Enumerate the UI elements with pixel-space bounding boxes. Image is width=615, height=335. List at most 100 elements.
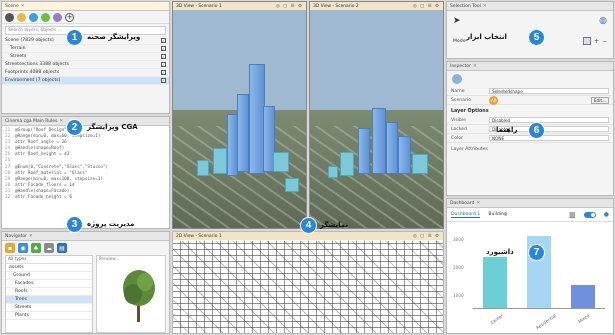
edit-button[interactable]: Edit... bbox=[590, 96, 609, 104]
light-icon[interactable] bbox=[53, 12, 62, 22]
tree-icon[interactable]: ♣ bbox=[31, 243, 41, 253]
visibility-checkbox[interactable]: ✓ bbox=[161, 54, 166, 59]
close-icon[interactable]: ✕ bbox=[483, 4, 487, 9]
lowrise-building[interactable] bbox=[197, 160, 209, 176]
viewport-right-header: 3D View - Scenario 2 ◎ ▢ ☰ ⚙ bbox=[310, 2, 443, 10]
chart-bar-mixed[interactable] bbox=[571, 284, 595, 308]
lowrise-building[interactable] bbox=[285, 178, 299, 192]
dashboard-tab[interactable]: Dashboard ✕ bbox=[447, 199, 613, 208]
tower-building[interactable] bbox=[372, 108, 386, 174]
marker-7: 7 bbox=[528, 244, 545, 261]
map-icon[interactable] bbox=[29, 12, 38, 22]
cga-tab[interactable]: Cinema.cga Main Rules ✕ bbox=[2, 117, 169, 126]
close-icon[interactable]: ✕ bbox=[59, 119, 63, 124]
selection-tool-tab[interactable]: Selection Tool ✕ bbox=[447, 2, 613, 11]
tower-building[interactable] bbox=[398, 136, 411, 174]
lasso-icon[interactable]: ◍ bbox=[599, 16, 607, 26]
mode-add-icon[interactable]: + bbox=[594, 38, 599, 45]
navigator-tab[interactable]: Navigator ✕ bbox=[2, 232, 169, 241]
y-tick-label: 3000 bbox=[453, 237, 464, 242]
dashboard-tab-2[interactable]: Building bbox=[488, 212, 507, 217]
inspector-tab[interactable]: Inspector ✕ bbox=[447, 62, 613, 71]
tower-building[interactable] bbox=[358, 128, 370, 174]
lowrise-building[interactable] bbox=[273, 152, 289, 172]
folder-icon[interactable]: ▪ bbox=[5, 243, 15, 253]
tree-item[interactable]: Trees bbox=[6, 296, 92, 304]
code-line: 32 attr Facade_height = 6 bbox=[5, 195, 72, 201]
option-label: Color bbox=[451, 135, 463, 141]
option-dropdown[interactable]: Disabled bbox=[489, 117, 609, 123]
visibility-checkbox[interactable]: ✓ bbox=[161, 62, 166, 67]
tree-item[interactable]: Streets bbox=[6, 304, 92, 312]
navigator-search-input[interactable]: All types bbox=[6, 256, 92, 264]
dashboard-tabs: Dashboard 1 Building ▥ ● bbox=[447, 208, 613, 222]
scene-tab[interactable]: Scene ✕ bbox=[2, 2, 169, 11]
mode-subtract-icon[interactable]: − bbox=[602, 38, 607, 45]
visibility-checkbox[interactable]: ✓ bbox=[161, 46, 166, 51]
chart-type-icon[interactable]: ▥ bbox=[569, 211, 576, 219]
name-field[interactable]: Selectedshape bbox=[489, 88, 609, 94]
lowrise-building[interactable] bbox=[340, 152, 354, 176]
asset-preview: Preview bbox=[96, 255, 166, 333]
chart-bar-center[interactable] bbox=[483, 256, 507, 308]
tower-building[interactable] bbox=[237, 94, 249, 172]
viewport-toolbar[interactable]: ◎ ▢ ☰ ⚙ bbox=[276, 4, 303, 9]
tree-item[interactable]: Roofs bbox=[6, 288, 92, 296]
viewport-3d-left[interactable]: 3D View - Scenario 1 ◎ ▢ ☰ ⚙ bbox=[172, 1, 307, 229]
inspector-shape-icon[interactable] bbox=[452, 74, 462, 84]
scene-row-streets[interactable]: Streets ✓ bbox=[2, 53, 169, 61]
row-label: Scene (7829 objects) bbox=[5, 38, 54, 43]
scene-filter-input[interactable]: Search layers, objects ... bbox=[5, 26, 166, 35]
scene-row-environment[interactable]: Environment (7 objects) ✓ bbox=[2, 77, 169, 85]
database-icon[interactable]: ▤ bbox=[57, 243, 67, 253]
chart-plot-area bbox=[473, 231, 605, 309]
option-dropdown[interactable]: NONE bbox=[489, 135, 609, 141]
row-label: Terrain bbox=[10, 46, 26, 51]
scene-row-root[interactable]: Scene (7829 objects) ✓ bbox=[2, 37, 169, 45]
tree-item[interactable]: Ground bbox=[6, 272, 92, 280]
layer-attributes-heading[interactable]: Layer Attributes bbox=[447, 143, 613, 156]
close-icon[interactable]: ✕ bbox=[21, 4, 25, 9]
scene-row-footprints[interactable]: Footprints 4088 objects ✓ bbox=[2, 69, 169, 77]
close-icon[interactable]: ✕ bbox=[473, 64, 477, 69]
tree-item-label: Facades bbox=[15, 281, 34, 286]
close-icon[interactable]: ✕ bbox=[476, 201, 480, 206]
visibility-checkbox[interactable]: ✓ bbox=[161, 78, 166, 83]
viewport-3d-right[interactable]: 3D View - Scenario 2 ◎ ▢ ☰ ⚙ bbox=[309, 1, 444, 229]
cloud-icon[interactable]: ☁ bbox=[44, 243, 54, 253]
inspector-toolbar bbox=[447, 71, 613, 87]
visibility-checkbox[interactable]: ✓ bbox=[161, 38, 166, 43]
tower-building[interactable] bbox=[227, 114, 238, 176]
name-row: Name Selectedshape bbox=[447, 87, 613, 96]
viewport-title: 3D View - Scenario 2 bbox=[313, 3, 359, 9]
add-icon[interactable]: + bbox=[65, 12, 74, 22]
selection-tool-tab-label: Selection Tool bbox=[450, 3, 481, 9]
cga-code-area[interactable]: 21 @Group("Roof Design", 2) 22 @Range(min=… bbox=[2, 126, 169, 228]
dashboard-tab-1[interactable]: Dashboard 1 bbox=[451, 212, 481, 218]
lowrise-building[interactable] bbox=[328, 166, 338, 178]
cursor-icon[interactable]: ➤ bbox=[453, 16, 461, 26]
close-icon[interactable]: ✕ bbox=[29, 234, 33, 239]
mode-replace-icon[interactable] bbox=[582, 37, 591, 45]
viewport-left-header: 3D View - Scenario 1 ◎ ▢ ☰ ⚙ bbox=[173, 2, 306, 10]
camera-icon[interactable] bbox=[17, 12, 26, 22]
scene-row-streetsections[interactable]: Streetsections 3388 objects ✓ bbox=[2, 61, 169, 69]
settings-icon[interactable]: ● bbox=[604, 211, 609, 218]
viewport-toolbar[interactable]: ◎ ▢ ☰ ⚙ bbox=[413, 4, 440, 9]
tree-item[interactable]: Plants bbox=[6, 312, 92, 320]
viewport-2d[interactable]: 2D View - Scenario 1 ◎ ▢ ☰ ⚙ bbox=[172, 231, 444, 334]
layer-options-heading[interactable]: Layer Options bbox=[447, 105, 613, 116]
shape-icon[interactable] bbox=[41, 12, 50, 22]
toggle-switch[interactable] bbox=[583, 211, 596, 218]
layer-icon[interactable] bbox=[5, 12, 14, 22]
tree-item[interactable]: assets bbox=[6, 264, 92, 272]
tree-item[interactable]: Facades bbox=[6, 280, 92, 288]
visibility-checkbox[interactable]: ✓ bbox=[161, 70, 166, 75]
lowrise-building[interactable] bbox=[213, 148, 227, 174]
navigator-panel: Navigator ✕ ▪ ◉ ♣ ☁ ▤ All types assets Gr… bbox=[1, 231, 170, 334]
lowrise-building[interactable] bbox=[412, 154, 428, 174]
viewport-toolbar[interactable]: ◎ ▢ ☰ ⚙ bbox=[413, 234, 440, 239]
tower-building[interactable] bbox=[386, 122, 398, 174]
globe-icon[interactable]: ◉ bbox=[18, 243, 28, 253]
scene-row-terrain[interactable]: Terrain ✓ bbox=[2, 45, 169, 53]
